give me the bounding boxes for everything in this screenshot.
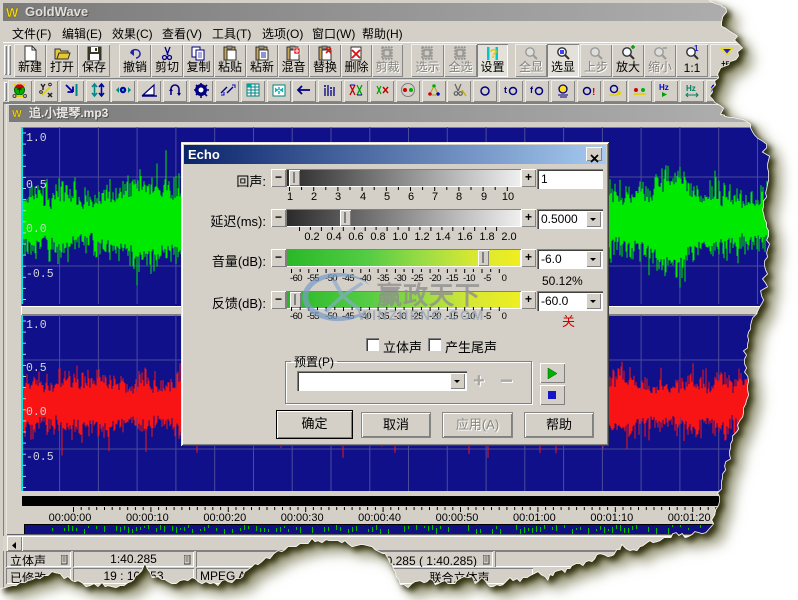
svg-text:W: W: [6, 5, 19, 19]
svg-text:0.5: 0.5: [26, 179, 47, 192]
svg-text:1.0: 1.0: [26, 319, 47, 332]
svg-text:t: t: [504, 85, 507, 95]
svg-text:1.0: 1.0: [26, 132, 47, 145]
svg-text:-0.5: -0.5: [26, 268, 54, 281]
svg-text:0.5: 0.5: [26, 362, 47, 375]
svg-text:0.0: 0.0: [26, 406, 47, 419]
svg-text:0.0: 0.0: [26, 223, 47, 236]
svg-text:1: 1: [694, 45, 699, 53]
svg-text:Hz: Hz: [686, 84, 696, 93]
svg-text:f: f: [530, 85, 534, 95]
svg-text:W: W: [12, 109, 22, 119]
svg-text:!: !: [592, 87, 595, 98]
svg-text:-0.5: -0.5: [26, 451, 54, 464]
svg-text:Hz: Hz: [659, 83, 669, 92]
